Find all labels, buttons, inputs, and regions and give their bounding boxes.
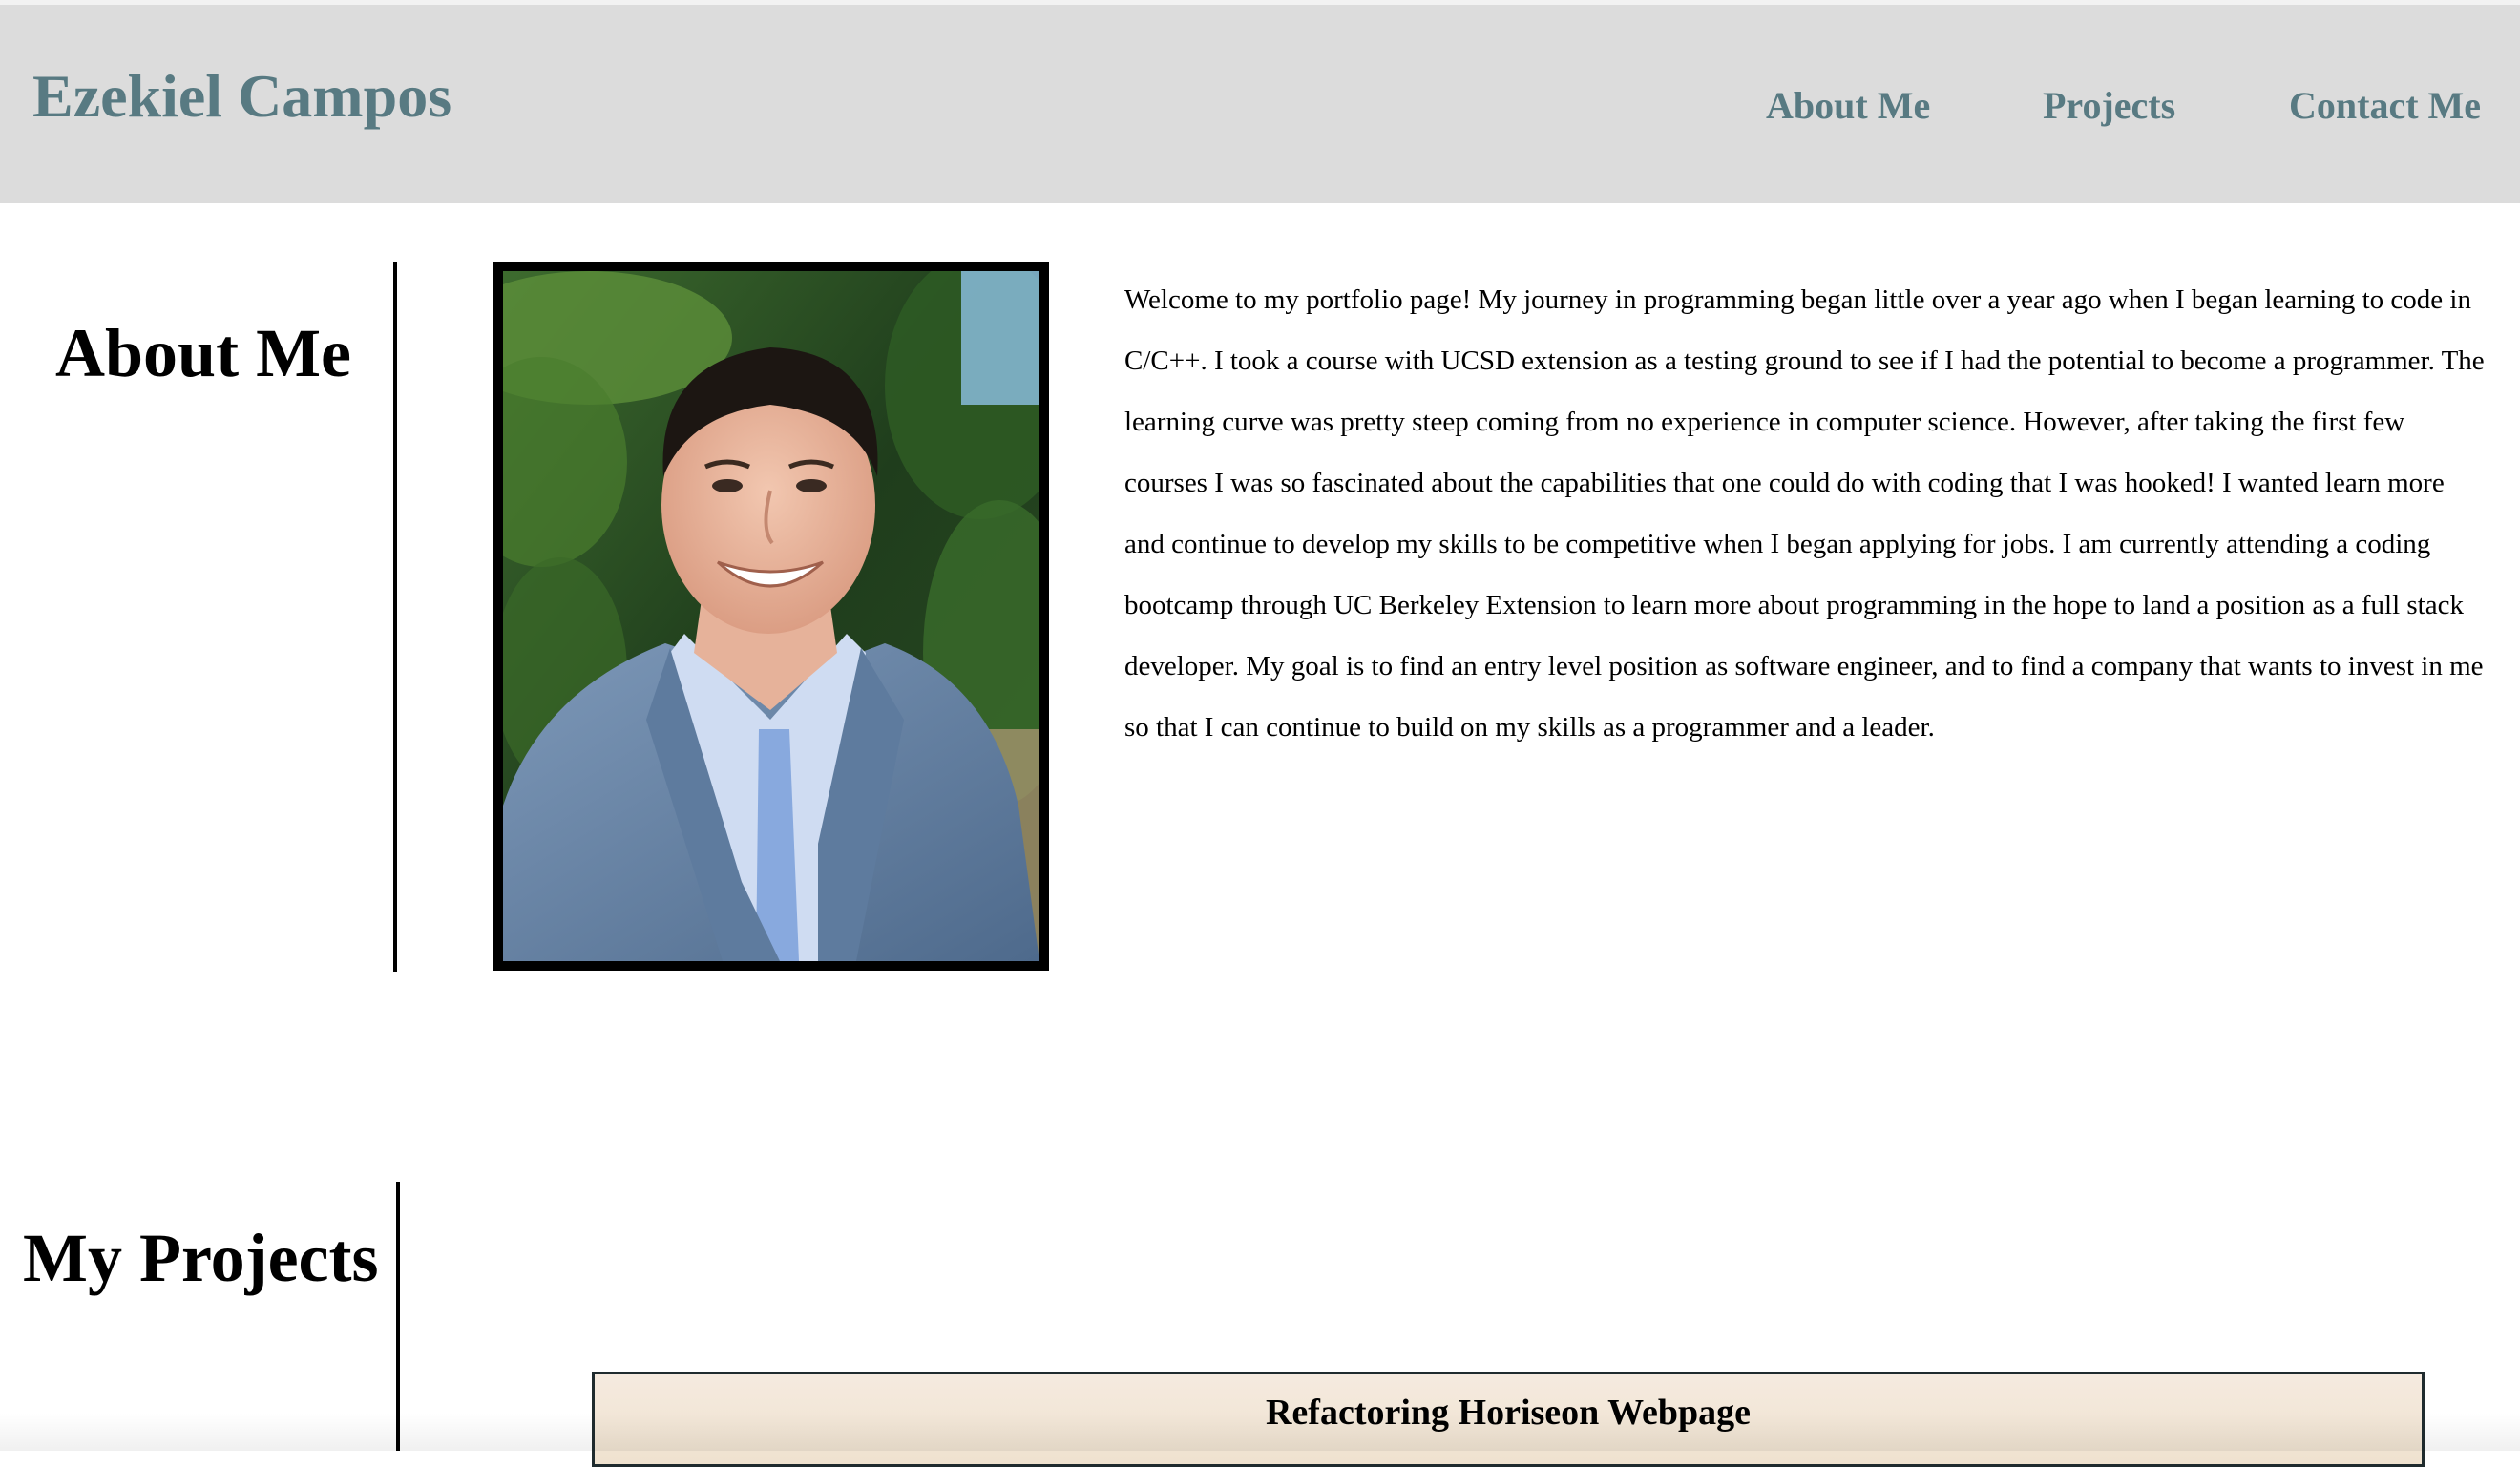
- nav-link-projects[interactable]: Projects: [2043, 87, 2175, 125]
- about-divider: [393, 262, 397, 972]
- project-card[interactable]: Refactoring Horiseon Webpage: [592, 1372, 2425, 1467]
- projects-heading: My Projects: [23, 1220, 379, 1296]
- about-heading: About Me: [55, 315, 351, 391]
- nav-link-about-me[interactable]: About Me: [1766, 87, 1930, 125]
- nav-link-contact-me[interactable]: Contact Me: [2289, 87, 2481, 125]
- projects-divider: [396, 1182, 400, 1451]
- profile-photo: [494, 262, 1049, 971]
- site-title: Ezekiel Campos: [32, 62, 452, 130]
- project-title: Refactoring Horiseon Webpage: [1265, 1393, 1752, 1433]
- about-paragraph: Welcome to my portfolio page! My journey…: [1124, 284, 2485, 743]
- site-header: Ezekiel Campos About Me Projects Contact…: [0, 5, 2520, 203]
